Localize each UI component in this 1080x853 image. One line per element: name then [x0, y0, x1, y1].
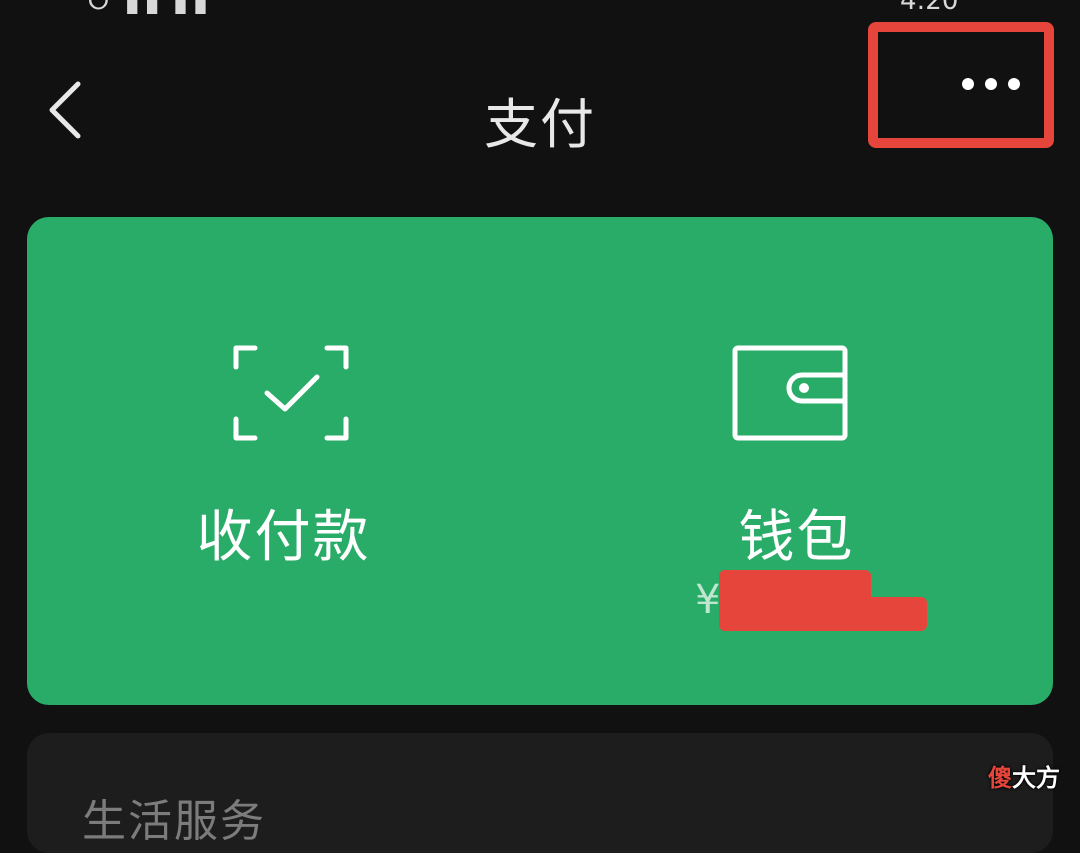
wallet-icon	[732, 345, 848, 441]
wallet-button[interactable]: 钱包	[540, 217, 1053, 705]
watermark: 傻大方	[988, 758, 1060, 793]
life-services-card: 生活服务	[27, 733, 1053, 853]
more-options-button[interactable]	[868, 22, 1054, 148]
more-dots-icon	[962, 78, 1020, 90]
scan-check-icon	[233, 345, 349, 441]
life-services-title: 生活服务	[82, 796, 266, 847]
balance-redaction-lower	[719, 597, 927, 631]
status-bar: ⭘ ▐▐ ▐▐ 4:20	[0, 0, 1080, 14]
nav-bar: 支付	[0, 22, 1080, 190]
watermark-first-char: 傻	[988, 764, 1012, 792]
wallet-label: 钱包	[738, 505, 855, 570]
status-time: 4:20	[900, 0, 958, 14]
receive-payment-button[interactable]: 收付款	[27, 217, 540, 705]
receive-payment-label: 收付款	[196, 505, 371, 570]
watermark-rest: 大方	[1012, 764, 1060, 792]
pay-card: 收付款 钱包 ¥	[27, 217, 1053, 705]
wallet-balance-prefix: ¥	[695, 577, 721, 623]
status-left-text: ⭘ ▐▐ ▐▐	[88, 0, 205, 14]
